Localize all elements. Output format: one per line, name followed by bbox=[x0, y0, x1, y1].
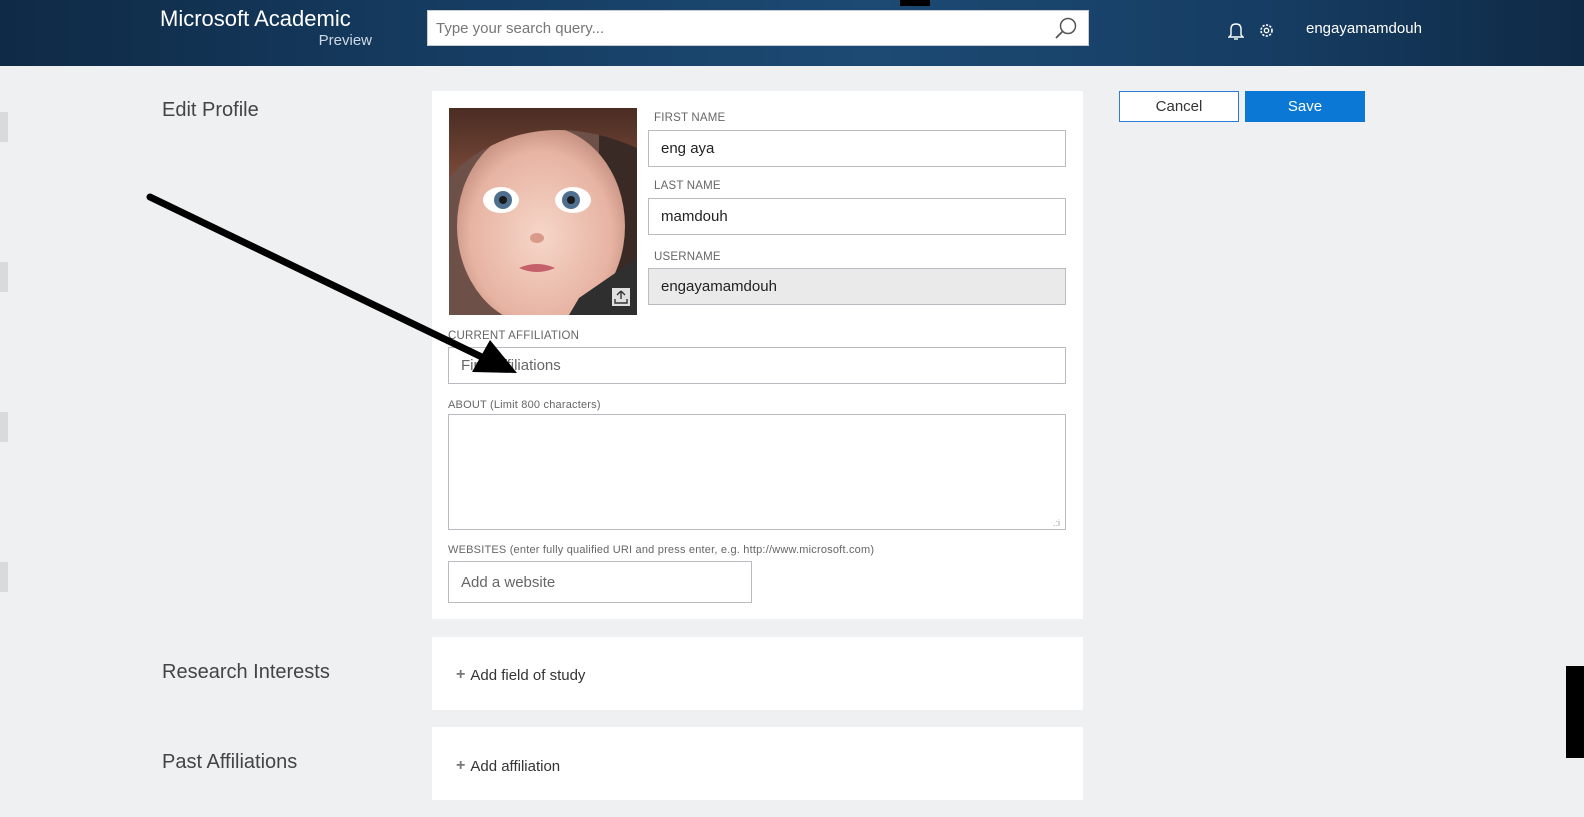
search-box bbox=[427, 10, 1089, 46]
bell-icon[interactable] bbox=[1228, 22, 1244, 40]
upload-icon[interactable] bbox=[612, 288, 630, 306]
left-edge-mark bbox=[0, 262, 8, 292]
add-field-of-study-button[interactable]: + Add field of study bbox=[456, 666, 585, 684]
account-username-link[interactable]: engayamamdouh bbox=[1306, 20, 1422, 37]
microsoft-academic-logo[interactable]: Microsoft Academic Preview bbox=[160, 6, 392, 62]
first-name-field[interactable] bbox=[648, 130, 1066, 167]
current-affiliation-label: CURRENT AFFILIATION bbox=[448, 330, 580, 342]
logo-title: Microsoft Academic bbox=[160, 6, 351, 31]
left-edge-mark bbox=[0, 562, 8, 592]
plus-icon: + bbox=[456, 757, 466, 774]
left-edge-mark bbox=[0, 412, 8, 442]
add-field-of-study-label: Add field of study bbox=[470, 666, 586, 684]
resize-grip-icon[interactable]: .:i bbox=[1053, 518, 1060, 528]
top-edge-mark bbox=[900, 0, 930, 6]
plus-icon: + bbox=[456, 666, 466, 683]
last-name-label: LAST NAME bbox=[654, 180, 721, 192]
affiliation-search-field[interactable] bbox=[448, 347, 1066, 384]
websites-label: WEBSITES (enter fully qualified URI and … bbox=[448, 544, 875, 556]
right-edge-mark bbox=[1566, 666, 1584, 758]
logo-subtitle: Preview bbox=[318, 32, 372, 49]
search-input[interactable] bbox=[428, 11, 1048, 45]
edit-profile-heading: Edit Profile bbox=[162, 99, 259, 121]
cancel-button[interactable]: Cancel bbox=[1119, 91, 1239, 122]
website-input[interactable] bbox=[448, 561, 752, 603]
gear-icon[interactable] bbox=[1258, 22, 1275, 39]
username-field bbox=[648, 268, 1066, 305]
add-affiliation-button[interactable]: + Add affiliation bbox=[456, 757, 560, 775]
left-edge-mark bbox=[0, 112, 8, 142]
add-affiliation-label: Add affiliation bbox=[470, 757, 561, 775]
last-name-field[interactable] bbox=[648, 198, 1066, 235]
save-button[interactable]: Save bbox=[1245, 91, 1365, 122]
about-label: ABOUT (Limit 800 characters) bbox=[448, 399, 601, 411]
research-interests-heading: Research Interests bbox=[162, 661, 330, 683]
top-navigation-bar: Microsoft Academic Preview engayamamdouh bbox=[0, 0, 1584, 66]
search-icon[interactable] bbox=[1054, 16, 1078, 40]
profile-photo[interactable] bbox=[449, 108, 637, 315]
first-name-label: FIRST NAME bbox=[654, 112, 726, 124]
past-affiliations-heading: Past Affiliations bbox=[162, 751, 298, 773]
username-label: USERNAME bbox=[654, 251, 721, 263]
about-textarea[interactable] bbox=[448, 414, 1066, 530]
